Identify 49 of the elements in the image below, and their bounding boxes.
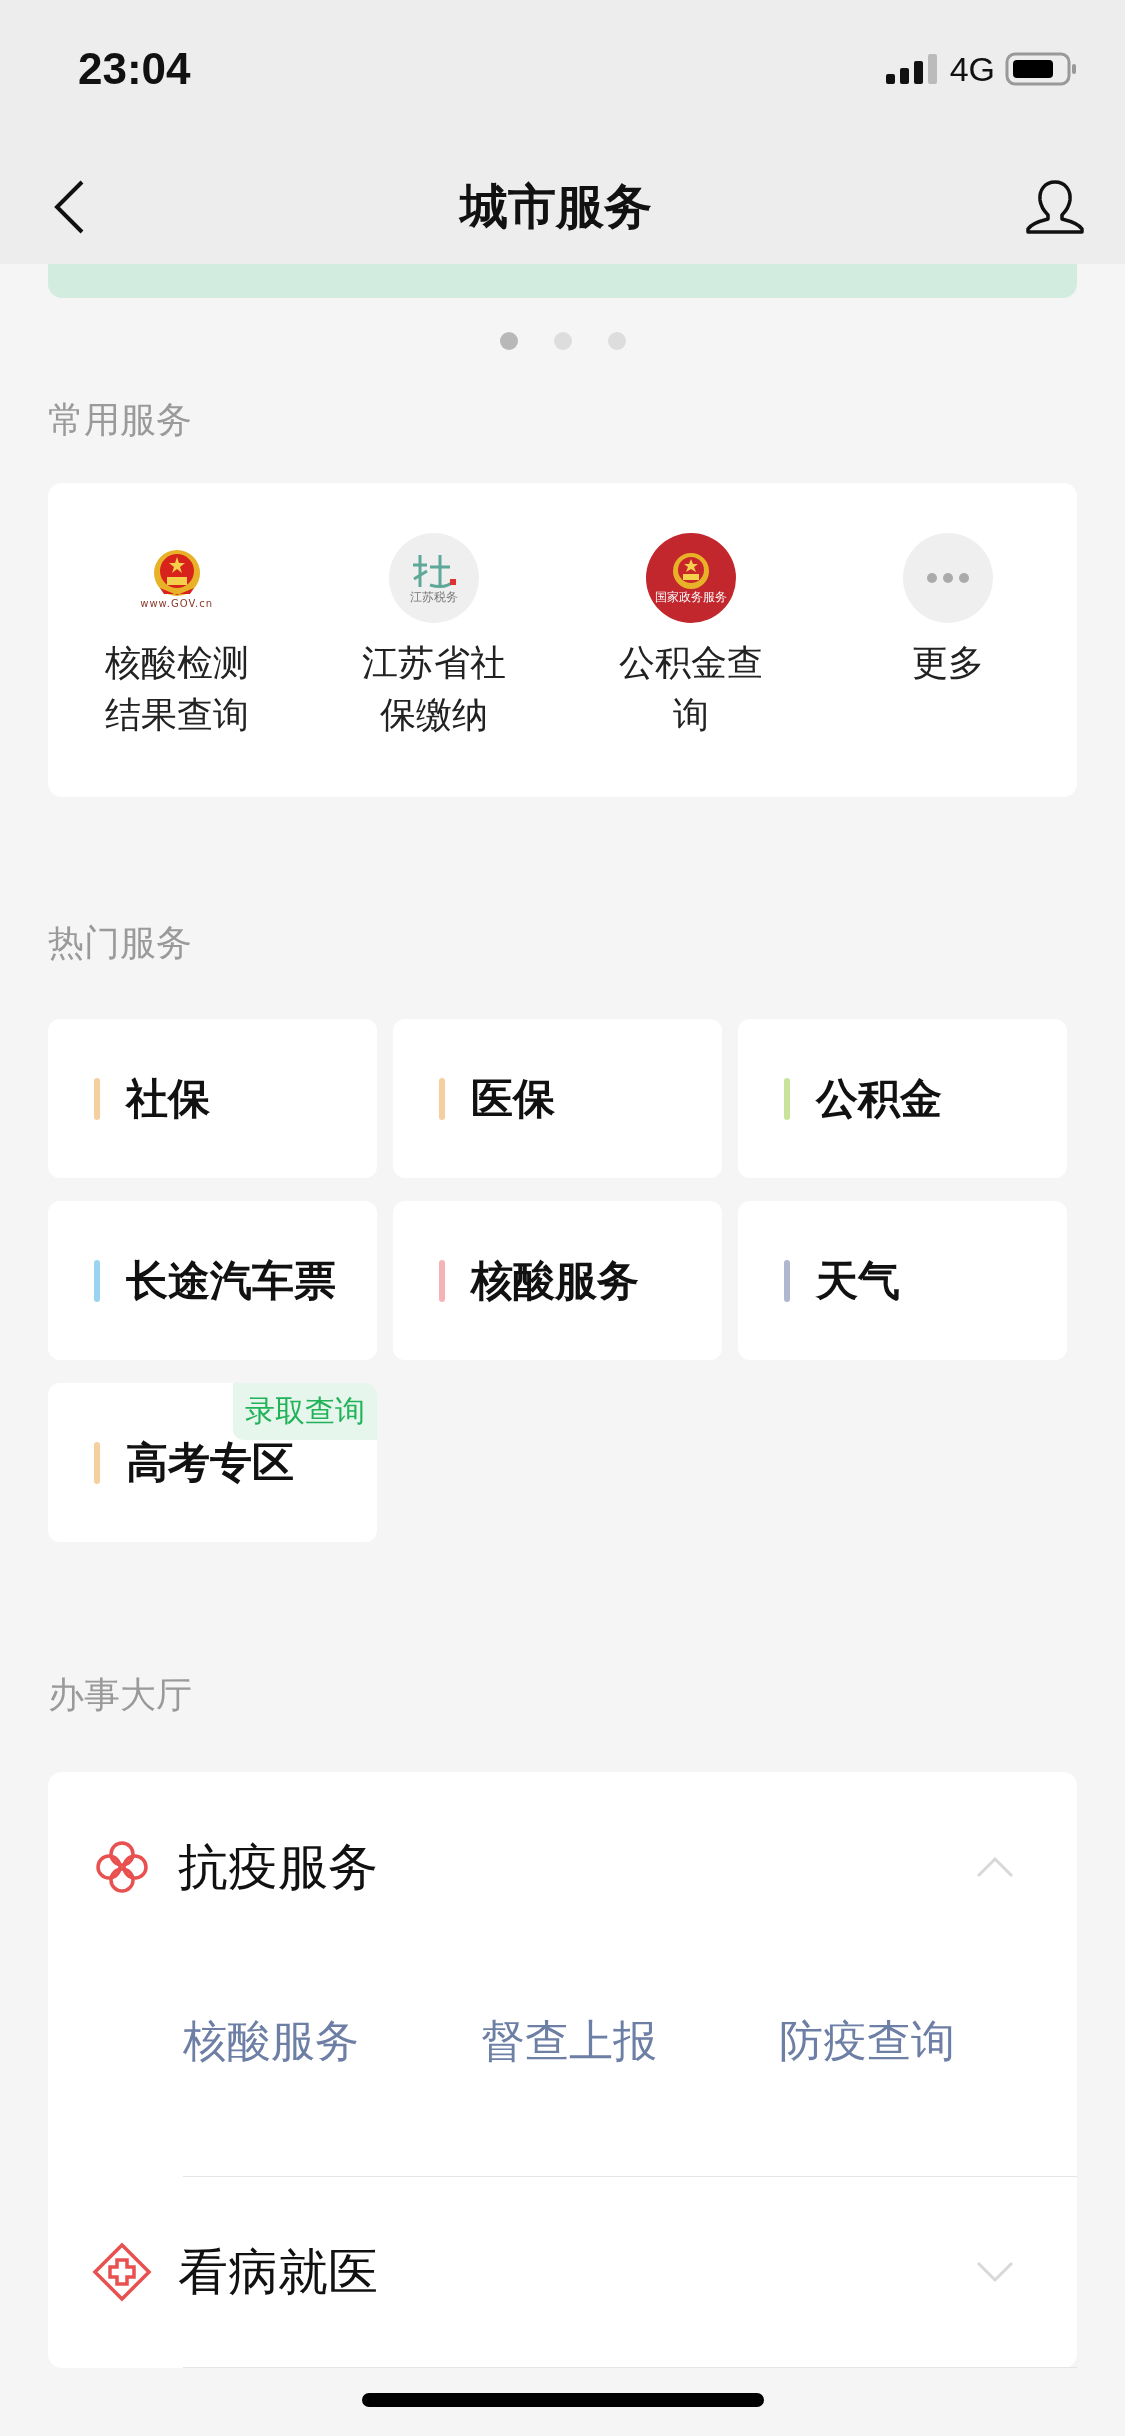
back-icon[interactable] bbox=[52, 179, 86, 235]
service-tile[interactable]: 长途汽车票 bbox=[48, 1201, 377, 1360]
service-tile[interactable]: 医保 bbox=[393, 1019, 722, 1178]
page-dot[interactable] bbox=[607, 332, 626, 350]
service-tile[interactable]: 录取查询 高考专区 bbox=[48, 1383, 377, 1542]
more-icon[interactable] bbox=[903, 533, 994, 623]
page-dot[interactable] bbox=[553, 332, 572, 350]
tile-label: 公积金 bbox=[816, 1072, 942, 1125]
tag-badge: 录取查询 bbox=[233, 1383, 377, 1440]
service-tile[interactable]: 公积金 bbox=[738, 1019, 1067, 1178]
signal-icon bbox=[885, 54, 940, 84]
banner-card[interactable] bbox=[48, 264, 1077, 298]
category-title[interactable]: 看病就医 bbox=[178, 2238, 975, 2306]
network-label: 4G bbox=[949, 49, 995, 89]
section-title: 常用服务 bbox=[48, 398, 193, 442]
service-tile[interactable]: 社保 bbox=[48, 1019, 377, 1178]
emblem-logo[interactable]: www.GOV.cn bbox=[131, 533, 222, 623]
service-link[interactable]: 核酸服务 bbox=[183, 2012, 359, 2071]
battery-icon bbox=[1005, 52, 1077, 86]
chevron-up-icon[interactable] bbox=[975, 1855, 1015, 1879]
tile-label: 长途汽车票 bbox=[126, 1254, 336, 1307]
gov-service-logo[interactable]: 国家政务服务 bbox=[646, 533, 737, 623]
tax-logo[interactable]: 江苏税务 bbox=[388, 533, 479, 623]
section-title: 热门服务 bbox=[48, 921, 193, 965]
service-link[interactable]: 督查上报 bbox=[481, 2012, 657, 2071]
chevron-down-icon[interactable] bbox=[975, 2260, 1015, 2284]
page-dot[interactable] bbox=[499, 332, 518, 350]
cross-icon bbox=[92, 2242, 152, 2302]
tile-label: 医保 bbox=[471, 1072, 555, 1125]
tile-label: 社保 bbox=[126, 1072, 210, 1125]
status-time: 23:04 bbox=[78, 44, 191, 94]
logo-caption: www.GOV.cn bbox=[140, 597, 214, 609]
tile-label: 核酸服务 bbox=[471, 1254, 639, 1307]
service-tile[interactable]: 核酸服务 bbox=[393, 1201, 722, 1360]
logo-caption: 国家政务服务 bbox=[655, 591, 728, 605]
section-title: 办事大厅 bbox=[48, 1673, 193, 1717]
tile-label: 天气 bbox=[816, 1254, 900, 1307]
service-label[interactable]: 核酸检测结果查询 bbox=[101, 637, 252, 741]
emblem-icon bbox=[671, 551, 712, 592]
user-icon[interactable] bbox=[1025, 179, 1085, 235]
page-title: 城市服务 bbox=[459, 177, 652, 236]
service-label[interactable]: 公积金查询 bbox=[616, 637, 767, 741]
service-label[interactable]: 更多 bbox=[873, 637, 1024, 689]
service-label[interactable]: 江苏省社保缴纳 bbox=[358, 637, 509, 741]
emblem-icon bbox=[151, 547, 202, 598]
service-link[interactable]: 防疫查询 bbox=[779, 2012, 955, 2071]
logo-caption: 江苏税务 bbox=[409, 591, 458, 605]
category-title[interactable]: 抗疫服务 bbox=[178, 1833, 975, 1901]
service-tile[interactable]: 天气 bbox=[738, 1201, 1067, 1360]
